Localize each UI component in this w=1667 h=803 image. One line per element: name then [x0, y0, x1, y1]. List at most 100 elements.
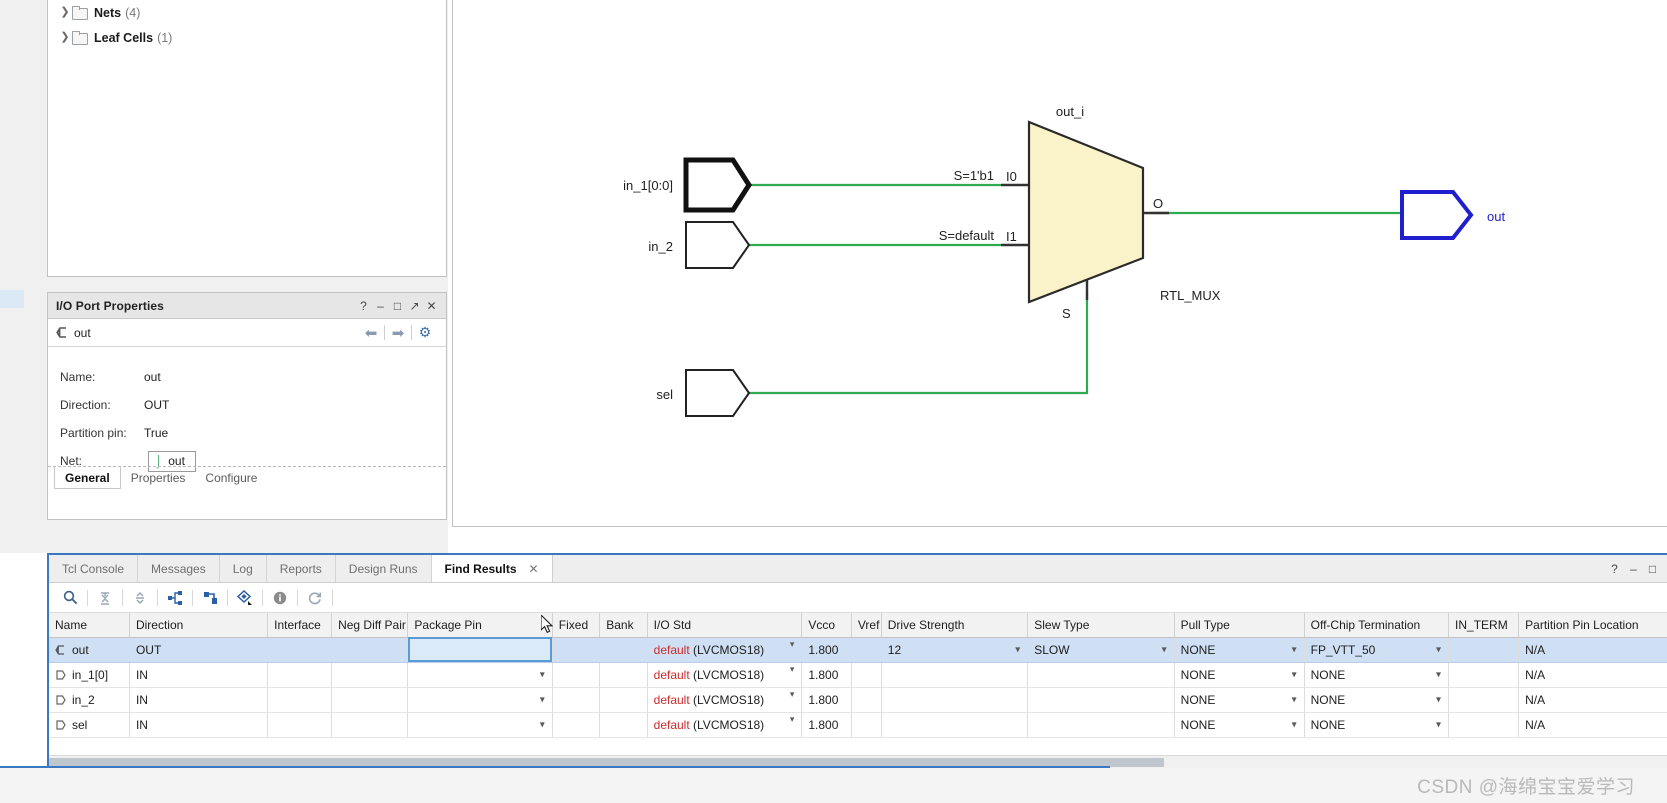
maximize-icon[interactable]: □: [389, 299, 406, 313]
cell-in-term[interactable]: [1448, 687, 1520, 713]
cell-partition-pin-location[interactable]: N/A: [1518, 637, 1667, 663]
info-icon[interactable]: [265, 587, 295, 609]
col-header-partition-pin-location[interactable]: Partition Pin Location: [1518, 613, 1667, 638]
cell-off-chip-termination[interactable]: NONE: [1304, 712, 1450, 738]
cell-pull-type[interactable]: NONE: [1174, 687, 1305, 713]
cell-vcco[interactable]: 1.800: [801, 712, 852, 738]
help-icon[interactable]: ?: [1606, 562, 1623, 576]
cell-fixed[interactable]: [552, 662, 601, 688]
tab-configure[interactable]: Configure: [195, 467, 267, 488]
back-arrow-icon[interactable]: ⬅: [358, 324, 384, 342]
cell-bank[interactable]: [599, 712, 648, 738]
forward-arrow-icon[interactable]: ➡: [385, 324, 411, 342]
port-symbol-in_2[interactable]: [685, 221, 751, 269]
cell-vref[interactable]: [851, 712, 882, 738]
cell-fixed[interactable]: [552, 637, 601, 663]
cell-drive-strength[interactable]: [881, 687, 1029, 713]
minimize-icon[interactable]: –: [1625, 562, 1642, 576]
cell-vref[interactable]: [851, 637, 882, 663]
cell-pull-type[interactable]: NONE: [1174, 662, 1305, 688]
tab-find-results[interactable]: Find Results ✕: [431, 555, 553, 582]
cell-in-term[interactable]: [1448, 662, 1520, 688]
port-symbol-sel[interactable]: [685, 369, 751, 417]
cell-slew-type[interactable]: [1027, 687, 1175, 713]
ports-table-wrapper[interactable]: Name Direction Interface Neg Diff Pair P…: [49, 613, 1667, 745]
col-header-off-chip-termination[interactable]: Off-Chip Termination: [1304, 613, 1450, 638]
cell-io-std[interactable]: default (LVCMOS18): [647, 712, 803, 738]
schematic-viewer[interactable]: in_1[0:0] in_2 sel out out_i RTL_MUX S=1…: [452, 0, 1667, 527]
cell-interface[interactable]: [267, 687, 333, 713]
cell-direction[interactable]: IN: [129, 687, 269, 713]
col-header-slew-type[interactable]: Slew Type: [1027, 613, 1175, 638]
tree-item-nets[interactable]: ❯ Nets (4): [48, 0, 446, 25]
cell-neg-diff-pair[interactable]: [331, 687, 409, 713]
cell-name[interactable]: in_1[0]: [49, 662, 130, 688]
port-symbol-out[interactable]: [1400, 190, 1474, 240]
cell-slew-type[interactable]: [1027, 712, 1175, 738]
cell-neg-diff-pair[interactable]: [331, 637, 409, 663]
table-row[interactable]: sel IN default (LVCMOS18) 1.8: [49, 712, 1667, 738]
minimize-icon[interactable]: –: [372, 299, 389, 313]
cell-drive-strength[interactable]: [881, 712, 1029, 738]
col-header-io-std[interactable]: I/O Std: [647, 613, 803, 638]
cell-name[interactable]: in_2: [49, 687, 130, 713]
tab-design-runs[interactable]: Design Runs: [336, 555, 432, 582]
tab-general[interactable]: General: [54, 467, 121, 489]
col-header-vcco[interactable]: Vcco: [801, 613, 852, 638]
col-header-drive-strength[interactable]: Drive Strength: [881, 613, 1029, 638]
tab-properties[interactable]: Properties: [121, 467, 196, 488]
cell-pull-type[interactable]: NONE: [1174, 637, 1305, 663]
cell-off-chip-termination[interactable]: NONE: [1304, 687, 1450, 713]
help-icon[interactable]: ?: [355, 299, 372, 313]
cell-interface[interactable]: [267, 712, 333, 738]
cell-bank[interactable]: [599, 687, 648, 713]
cell-package-pin[interactable]: [407, 687, 553, 713]
rtl-mux-symbol[interactable]: [1027, 120, 1145, 304]
cell-pull-type[interactable]: NONE: [1174, 712, 1305, 738]
cell-vcco[interactable]: 1.800: [801, 687, 852, 713]
cell-fixed[interactable]: [552, 687, 601, 713]
close-icon[interactable]: ✕: [423, 299, 440, 313]
cell-vcco[interactable]: 1.800: [801, 637, 852, 663]
cell-drive-strength[interactable]: 12: [881, 637, 1029, 663]
chevron-right-icon[interactable]: ❯: [58, 7, 72, 18]
cell-interface[interactable]: [267, 662, 333, 688]
table-row[interactable]: in_1[0] IN default (LVCMOS18): [49, 662, 1667, 688]
cell-direction[interactable]: IN: [129, 712, 269, 738]
cell-io-std[interactable]: default (LVCMOS18): [647, 687, 803, 713]
table-row[interactable]: out OUT default (LVCMOS18) 1.: [49, 637, 1667, 663]
cell-fixed[interactable]: [552, 712, 601, 738]
collapse-all-icon[interactable]: [90, 587, 120, 609]
cell-in-term[interactable]: [1448, 637, 1520, 663]
col-header-interface[interactable]: Interface: [267, 613, 333, 638]
col-header-fixed[interactable]: Fixed: [552, 613, 601, 638]
refresh-icon[interactable]: [300, 587, 330, 609]
cell-off-chip-termination[interactable]: NONE: [1304, 662, 1450, 688]
cell-bank[interactable]: [599, 662, 648, 688]
cell-drive-strength[interactable]: [881, 662, 1029, 688]
col-header-neg-diff-pair[interactable]: Neg Diff Pair: [331, 613, 409, 638]
cell-direction[interactable]: IN: [129, 662, 269, 688]
cell-neg-diff-pair[interactable]: [331, 662, 409, 688]
cell-vref[interactable]: [851, 687, 882, 713]
cell-io-std[interactable]: default (LVCMOS18): [647, 637, 803, 663]
cell-in-term[interactable]: [1448, 712, 1520, 738]
cell-partition-pin-location[interactable]: N/A: [1518, 687, 1667, 713]
tree-item-leaf-cells[interactable]: ❯ Leaf Cells (1): [48, 25, 446, 50]
col-header-vref[interactable]: Vref: [851, 613, 882, 638]
tab-reports[interactable]: Reports: [267, 555, 336, 582]
col-header-name[interactable]: Name: [49, 613, 130, 638]
close-icon[interactable]: ✕: [529, 562, 539, 576]
cell-partition-pin-location[interactable]: N/A: [1518, 712, 1667, 738]
cell-package-pin[interactable]: [407, 662, 553, 688]
search-icon[interactable]: [55, 587, 85, 609]
schematic-icon[interactable]: [160, 587, 190, 609]
cell-name[interactable]: out: [49, 637, 130, 663]
cell-package-pin[interactable]: [407, 637, 553, 663]
cell-package-pin[interactable]: [407, 712, 553, 738]
tab-log[interactable]: Log: [220, 555, 267, 582]
cell-direction[interactable]: OUT: [129, 637, 269, 663]
maximize-icon[interactable]: □: [1644, 562, 1661, 576]
cell-bank[interactable]: [599, 637, 648, 663]
col-header-direction[interactable]: Direction: [129, 613, 269, 638]
